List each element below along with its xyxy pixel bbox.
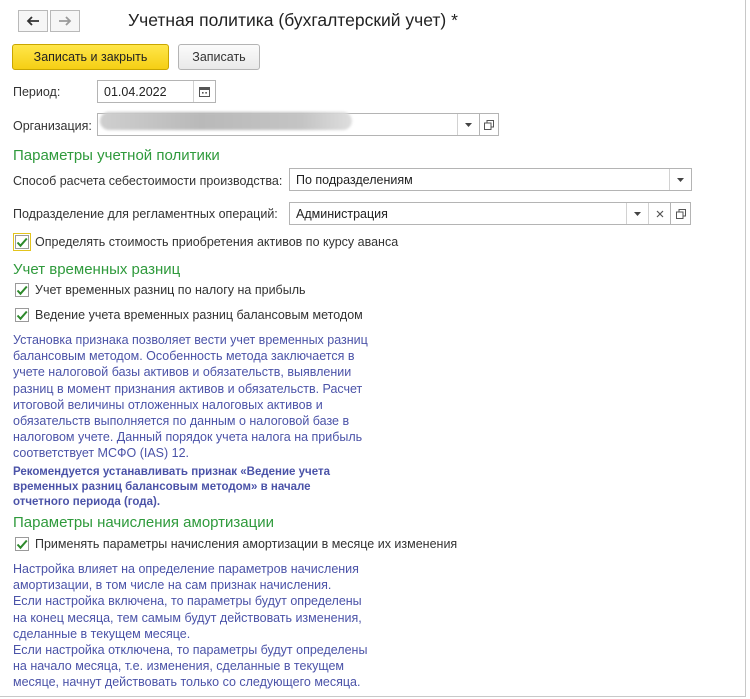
division-dropdown-button[interactable] [626, 203, 648, 224]
note-line: разниц в момент признания активов и обяз… [13, 381, 363, 396]
note-line: на начало месяца, т.е. изменения, сделан… [13, 659, 345, 674]
note-line: Установка признака позволяет вести учет … [13, 333, 368, 347]
open-form-icon [675, 208, 686, 219]
note-line: на конец месяца, тем самым будут действо… [13, 610, 362, 625]
note-line: Настройка влияет на определение параметр… [13, 562, 359, 576]
note-line: обязательств выполняется по данным о нал… [13, 414, 350, 429]
period-label: Период: [13, 85, 61, 99]
section-title-amortization: Параметры начисления амортизации [13, 514, 274, 531]
arrow-left-icon [26, 16, 39, 26]
amortization-apply-checkbox[interactable] [15, 537, 29, 551]
note-line: Если настройка отключена, то параметры б… [13, 643, 368, 658]
balance-method-label[interactable]: Ведение учета временных разниц балансовы… [35, 308, 363, 322]
chevron-down-icon [465, 122, 472, 127]
note-line: амортизации, в том числе на сам признак … [13, 578, 332, 593]
amortization-apply-label[interactable]: Применять параметры начисления амортизац… [35, 537, 457, 551]
organization-open-button[interactable] [479, 113, 499, 136]
note-line: учете налоговой базы активов и обязатель… [13, 365, 352, 380]
amortization-note: Настройка влияет на определение параметр… [13, 561, 367, 691]
organization-redaction [100, 112, 352, 130]
note-line: отчетного периода (года). [13, 495, 161, 508]
cost-method-dropdown-button[interactable] [669, 169, 691, 190]
back-button[interactable] [18, 10, 48, 32]
cost-method-label: Способ расчета себестоимости производств… [13, 174, 283, 188]
note-line: временных разниц балансовым методом» в н… [13, 480, 311, 493]
checkmark-icon [16, 285, 28, 295]
close-icon [656, 210, 663, 217]
calendar-icon [199, 87, 210, 97]
organization-label: Организация: [13, 119, 92, 133]
chevron-down-icon [677, 177, 684, 182]
open-form-icon [484, 119, 494, 130]
section-title-temp-diff: Учет временных разниц [13, 261, 181, 278]
chevron-down-icon [634, 211, 641, 216]
division-field[interactable]: Администрация [289, 202, 671, 225]
cost-method-select[interactable]: По подразделениям [289, 168, 692, 191]
note-line: налоговом учете. Данный порядок учета на… [13, 430, 363, 445]
calendar-button[interactable] [193, 81, 215, 102]
note-line: сделанные в текущем месяце. [13, 626, 191, 641]
section-title-policy: Параметры учетной политики [13, 147, 220, 164]
division-label: Подразделение для регламентных операций: [13, 207, 278, 221]
period-field[interactable]: 01.04.2022 [97, 80, 216, 103]
division-open-button[interactable] [670, 202, 691, 225]
period-value: 01.04.2022 [104, 84, 167, 99]
save-and-close-button[interactable]: Записать и закрыть [12, 44, 169, 70]
balance-method-checkbox[interactable] [15, 308, 29, 322]
window-title: Учетная политика (бухгалтерский учет) * [128, 10, 458, 30]
cost-method-value: По подразделениям [296, 172, 413, 187]
checkmark-icon [16, 237, 28, 247]
organization-dropdown-button[interactable] [457, 114, 479, 135]
note-line: Рекомендуется устанавливать признак «Вед… [13, 466, 330, 478]
note-line: месяце, начнут действовать только со сле… [13, 675, 361, 690]
note-line: итоговой величины отложенных налоговых а… [13, 397, 323, 412]
note-line: балансовым методом. Особенность метода з… [13, 349, 355, 364]
arrow-right-icon [59, 16, 72, 26]
profit-tax-label[interactable]: Учет временных разниц по налогу на прибы… [35, 283, 306, 297]
note-line: Если настройка включена, то параметры бу… [13, 594, 362, 609]
profit-tax-checkbox[interactable] [15, 283, 29, 297]
forward-button[interactable] [50, 10, 80, 32]
balance-method-recommendation: Рекомендуется устанавливать признак «Вед… [13, 465, 330, 509]
division-value: Администрация [296, 206, 388, 221]
division-clear-button[interactable] [648, 203, 670, 224]
advance-rate-checkbox[interactable] [13, 233, 31, 251]
balance-method-note: Установка признака позволяет вести учет … [13, 332, 368, 462]
save-button[interactable]: Записать [178, 44, 260, 70]
advance-rate-label[interactable]: Определять стоимость приобретения активо… [35, 235, 398, 249]
note-line: соответствует МСФО (IAS) 12. [13, 446, 190, 461]
checkmark-icon [16, 310, 28, 320]
checkmark-icon [16, 539, 28, 549]
